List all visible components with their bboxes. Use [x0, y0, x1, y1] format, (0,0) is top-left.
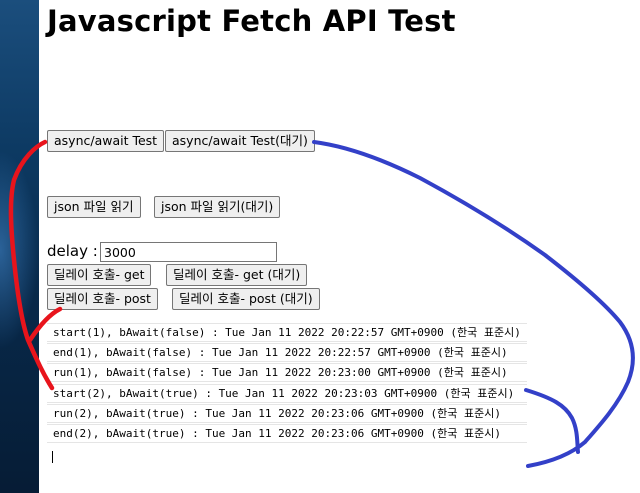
- red-arrow-annotation: [8, 139, 63, 391]
- blue-arrow-annotation: [312, 140, 635, 468]
- annotation-layer: [8, 139, 635, 468]
